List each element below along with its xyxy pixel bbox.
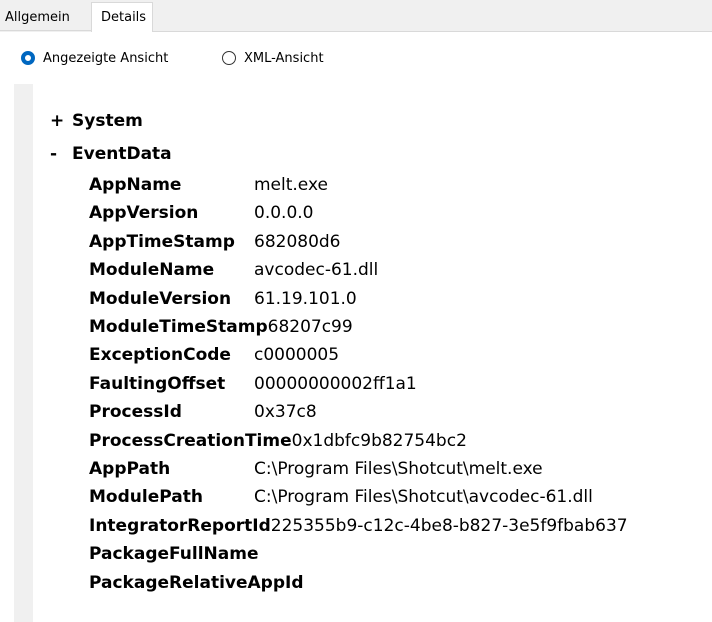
event-data-key: ModuleVersion	[89, 288, 232, 309]
event-data-key: AppTimeStamp	[89, 231, 235, 252]
event-data-value: 0x1dbfc9b82754bc2	[291, 430, 467, 451]
tree-node-system-label: System	[72, 111, 143, 131]
event-data-key: AppPath	[89, 459, 171, 479]
view-mode-bar: Angezeigte Ansicht XML-Ansicht	[0, 32, 712, 84]
event-data-key: AppVersion	[89, 203, 199, 224]
tab-general[interactable]: Allgemein	[0, 4, 91, 31]
event-data-key: PackageFullName	[89, 544, 259, 565]
event-data-key: ProcessId	[89, 402, 182, 423]
event-data-key: FaultingOffset	[89, 373, 226, 394]
event-data-value: c0000005	[254, 345, 340, 366]
radio-xml-view-label: XML-Ansicht	[244, 50, 324, 66]
event-data-value: melt.exe	[254, 175, 328, 195]
event-data-key: IntegratorReportId	[89, 515, 271, 536]
event-data-row: IntegratorReportId 225355b9-c12c-4be8-b82…	[89, 516, 628, 540]
event-data-key: PackageRelativeAppId	[89, 572, 304, 593]
event-data-key: ExceptionCode	[89, 345, 231, 366]
event-data-row: ModuleTimeStamp 68207c99	[89, 317, 353, 341]
radio-displayed-view-label: Angezeigte Ansicht	[43, 50, 169, 66]
event-data-key: AppName	[89, 175, 182, 195]
event-data-row: ProcessCreationTime 0x1dbfc9b82754bc2	[89, 431, 467, 455]
event-data-key: ModulePath	[89, 487, 203, 508]
tree-node-eventdata[interactable]: - EventData	[50, 142, 172, 166]
left-gutter	[0, 84, 14, 622]
event-data-value: 61.19.101.0	[254, 288, 357, 309]
event-data-value: 68207c99	[267, 317, 353, 337]
radio-displayed-view[interactable]: Angezeigte Ansicht	[21, 48, 168, 68]
tab-details[interactable]: Details	[91, 2, 153, 32]
event-data-value: 682080d6	[254, 231, 341, 252]
radio-xml-view[interactable]: XML-Ansicht	[222, 48, 324, 68]
event-data-value: C:\Program Files\Shotcut\melt.exe	[254, 459, 543, 479]
tab-strip: Allgemein Details	[0, 0, 712, 32]
event-data-key: ModuleTimeStamp	[89, 317, 268, 337]
expand-icon[interactable]: +	[50, 111, 72, 131]
event-data-value: 225355b9-c12c-4be8-b827-3e5f9fbab637	[270, 515, 628, 536]
tree-node-system[interactable]: + System	[50, 109, 143, 133]
event-data-value: 0.0.0.0	[254, 203, 314, 224]
radio-checked-icon[interactable]	[21, 51, 35, 65]
event-data-value: 00000000002ff1a1	[254, 373, 417, 394]
event-data-value: C:\Program Files\Shotcut\avcodec-61.dll	[254, 487, 593, 508]
event-data-key: ProcessCreationTime	[89, 430, 292, 451]
event-data-key: ModuleName	[89, 260, 215, 281]
event-data-value: 0x37c8	[254, 402, 317, 423]
event-data-value: avcodec-61.dll	[254, 260, 379, 281]
collapse-icon[interactable]: -	[50, 144, 72, 164]
radio-unchecked-icon[interactable]	[222, 51, 236, 65]
tree-node-eventdata-label: EventData	[72, 144, 172, 164]
